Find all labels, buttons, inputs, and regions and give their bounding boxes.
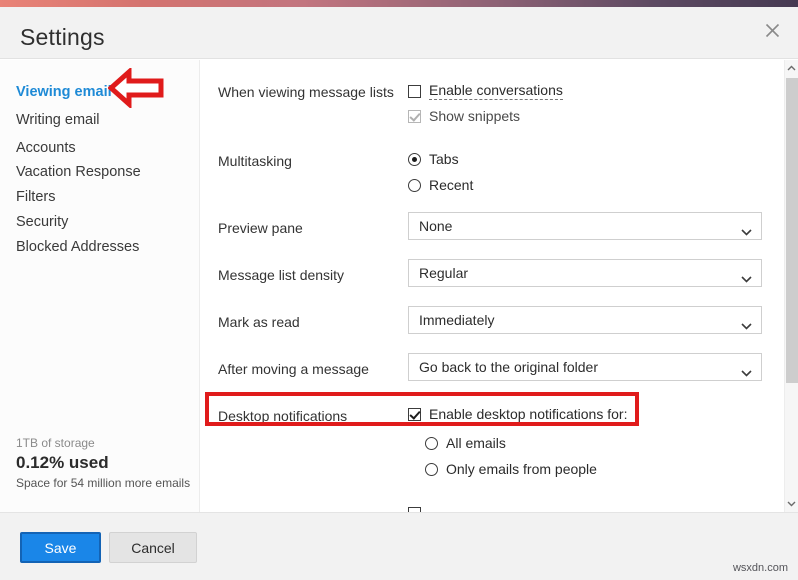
- settings-content: When viewing message lists Enable conver…: [201, 60, 784, 512]
- radio-label: Tabs: [429, 151, 459, 167]
- sidebar-item-writing-email[interactable]: Writing email: [16, 112, 100, 128]
- sidebar-item-filters[interactable]: Filters: [16, 189, 55, 205]
- radio-only-emails-from-people[interactable]: Only emails from people: [425, 461, 597, 477]
- select-message-list-density[interactable]: Regular: [408, 259, 762, 287]
- sidebar-item-blocked-addresses[interactable]: Blocked Addresses: [16, 239, 139, 255]
- select-value: Immediately: [419, 312, 495, 328]
- watermark: wsxdn.com: [732, 562, 788, 574]
- select-preview-pane[interactable]: None: [408, 212, 762, 240]
- select-mark-as-read[interactable]: Immediately: [408, 306, 762, 334]
- scrollbar-thumb[interactable]: [786, 78, 798, 383]
- setting-label: Mark as read: [218, 314, 300, 330]
- sidebar-item-label: Writing email: [16, 112, 100, 128]
- checkbox-enable-conversations[interactable]: Enable conversations: [408, 82, 563, 100]
- checkbox-box[interactable]: [408, 84, 421, 98]
- sidebar-item-vacation-response[interactable]: Vacation Response: [16, 164, 141, 180]
- setting-label: Message list density: [218, 267, 345, 283]
- checkbox-box[interactable]: [408, 407, 421, 421]
- checkbox-box[interactable]: [408, 109, 421, 123]
- checkbox-label: Enable desktop notifications for:: [429, 406, 628, 422]
- select-value: None: [419, 218, 453, 234]
- select-after-moving-a-message[interactable]: Go back to the original folder: [408, 353, 762, 381]
- sidebar-item-label: Filters: [16, 189, 56, 205]
- setting-label: Desktop notifications: [218, 408, 348, 424]
- radio-all-emails[interactable]: All emails: [425, 435, 506, 451]
- select-value: Regular: [419, 265, 469, 281]
- save-button[interactable]: Save: [20, 532, 101, 563]
- radio-circle[interactable]: [408, 152, 421, 166]
- chevron-down-icon: [741, 223, 752, 241]
- window-accent-strip: [0, 0, 798, 7]
- vertical-scrollbar[interactable]: [784, 60, 798, 512]
- window-header: Settings: [0, 7, 798, 59]
- radio-circle[interactable]: [425, 436, 438, 450]
- sidebar-item-label: Vacation Response: [16, 164, 141, 180]
- storage-total: 1TB of storage: [16, 436, 95, 450]
- checkbox-show-snippets[interactable]: Show snippets: [408, 108, 520, 124]
- select-value: Go back to the original folder: [419, 359, 598, 375]
- checkbox-enable-desktop-notifications[interactable]: Enable desktop notifications for:: [408, 406, 627, 422]
- checkbox-label: Show snippets: [429, 108, 521, 124]
- setting-label: Multitasking: [218, 153, 292, 169]
- sidebar-item-label: Accounts: [16, 140, 76, 156]
- sidebar-item-label: Viewing email: [16, 84, 112, 100]
- radio-circle[interactable]: [408, 178, 421, 192]
- storage-note: Space for 54 million more emails: [16, 476, 191, 490]
- storage-summary: 1TB of storage 0.12% used Space for 54 m…: [16, 436, 196, 490]
- radio-label: Only emails from people: [446, 461, 597, 477]
- chevron-down-icon[interactable]: [785, 496, 798, 512]
- close-icon[interactable]: [755, 13, 789, 47]
- page-title: Settings: [20, 24, 105, 50]
- sidebar-item-label: Security: [16, 214, 69, 230]
- storage-used: 0.12% used: [16, 453, 109, 472]
- chevron-down-icon: [741, 364, 752, 382]
- sidebar-item-viewing-email[interactable]: Viewing email: [16, 84, 112, 100]
- chevron-up-icon[interactable]: [785, 60, 798, 76]
- radio-recent[interactable]: Recent: [408, 177, 473, 193]
- sidebar-item-label: Blocked Addresses: [16, 239, 140, 255]
- radio-label: All emails: [446, 435, 506, 451]
- radio-label: Recent: [429, 177, 474, 193]
- checkbox-label: Enable conversations: [429, 82, 563, 100]
- setting-label: When viewing message lists: [218, 84, 394, 100]
- sidebar-item-accounts[interactable]: Accounts: [16, 140, 76, 156]
- radio-tabs[interactable]: Tabs: [408, 151, 459, 167]
- dialog-footer: Save Cancel wsxdn.com: [0, 512, 798, 580]
- cancel-button[interactable]: Cancel: [109, 532, 197, 563]
- chevron-down-icon: [741, 270, 752, 288]
- setting-label: After moving a message: [218, 361, 369, 377]
- sidebar: Viewing email Writing email Accounts Vac…: [0, 60, 200, 512]
- chevron-down-icon: [741, 317, 752, 335]
- radio-circle[interactable]: [425, 462, 438, 476]
- sidebar-item-security[interactable]: Security: [16, 214, 68, 230]
- setting-label: Preview pane: [218, 220, 303, 236]
